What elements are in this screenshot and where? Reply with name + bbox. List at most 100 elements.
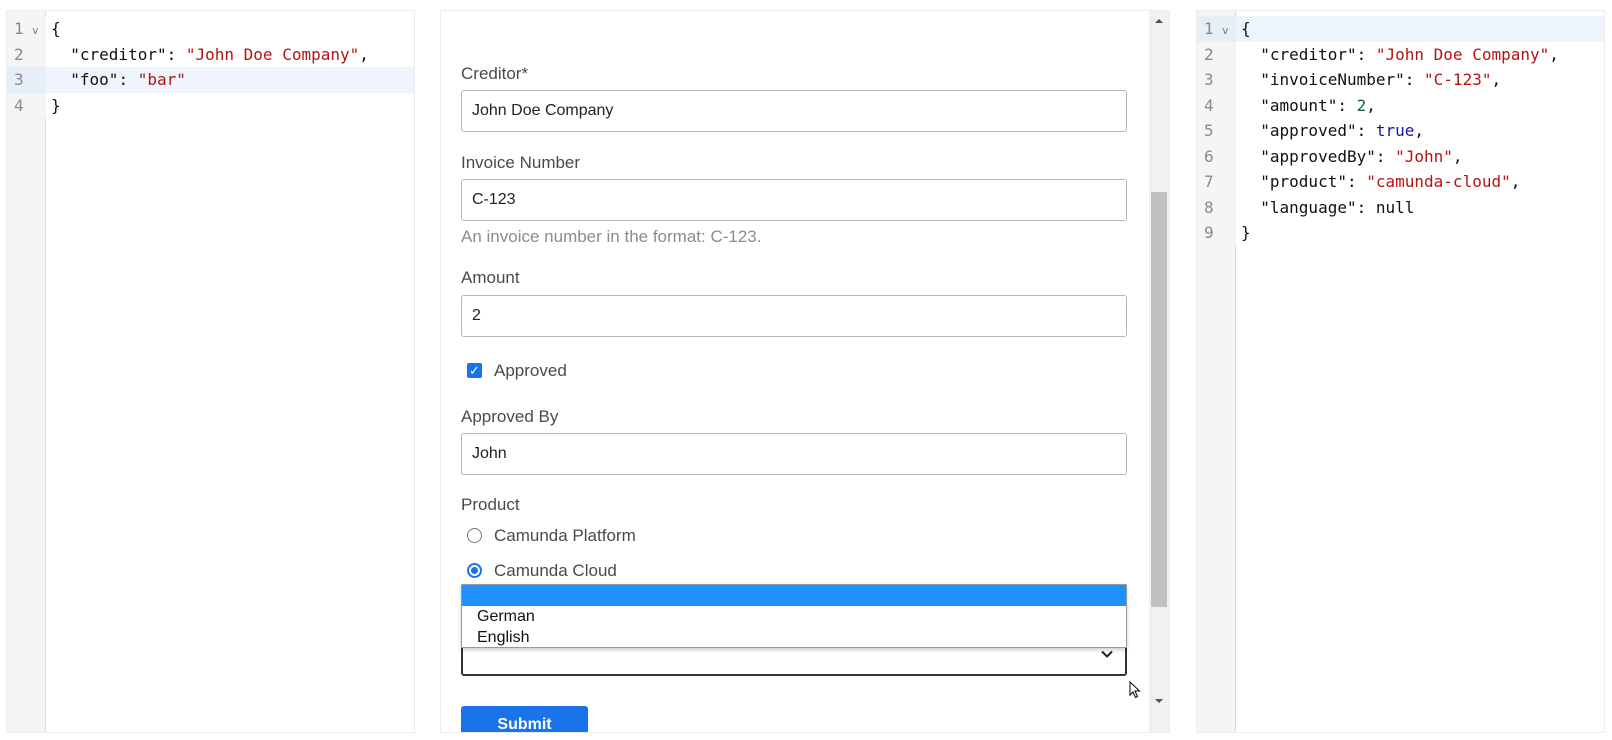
amount-label: Amount <box>461 268 520 287</box>
json-token: : <box>1375 146 1396 166</box>
code-text: "foo": "bar" <box>51 67 186 93</box>
json-token: : <box>118 70 138 89</box>
product-label: Product <box>461 495 520 514</box>
json-token: "foo" <box>70 70 119 89</box>
json-token: : <box>1337 95 1357 115</box>
json-token: } <box>1241 223 1251 242</box>
language-dropdown-list[interactable]: German English <box>461 584 1127 648</box>
line-number: 1 <box>7 16 46 42</box>
code-line[interactable]: 3 "foo": "bar" <box>7 67 414 93</box>
code-line[interactable]: 8 "language": null <box>1197 194 1604 221</box>
json-token: { <box>51 19 61 38</box>
invoice-number-description: An invoice number in the format: C-123. <box>461 227 762 246</box>
fold-toggle-icon[interactable]: v <box>1222 18 1229 44</box>
invoice-number-label: Invoice Number <box>461 153 581 172</box>
json-token: "John Doe Company" <box>185 44 360 64</box>
line-number: 3 <box>1197 67 1236 93</box>
code-line[interactable]: 1 v { <box>1197 16 1604 42</box>
json-token: null <box>1375 197 1415 217</box>
code-line[interactable]: 3 "invoiceNumber": "C-123", <box>1197 67 1604 93</box>
code-line[interactable]: 6 "approvedBy": "John", <box>1197 143 1604 170</box>
code-text: "amount": 2, <box>1241 93 1376 119</box>
line-number: 8 <box>1197 194 1236 220</box>
json-token: true <box>1375 121 1415 140</box>
invoice-number-input[interactable]: C-123 <box>461 179 1127 221</box>
json-token: : <box>1356 44 1376 64</box>
json-token: , <box>1510 172 1521 191</box>
code-text: "language": null <box>1241 195 1414 221</box>
code-text: } <box>1241 220 1251 246</box>
line-number: 4 <box>1197 92 1236 118</box>
json-token: : <box>166 44 186 64</box>
json-token: : <box>1356 197 1376 217</box>
json-token: "amount" <box>1260 95 1338 115</box>
code-line[interactable]: 4} <box>7 92 414 118</box>
line-number: 1 <box>1197 16 1236 42</box>
code-line[interactable]: 2 "creditor": "John Doe Company", <box>7 41 414 68</box>
json-token: "language" <box>1260 197 1357 217</box>
chevron-down-icon <box>1101 650 1113 658</box>
line-number: 2 <box>7 41 46 67</box>
approved-label: Approved <box>494 361 567 380</box>
scroll-up-arrow-icon[interactable] <box>1153 17 1165 25</box>
form-preview-panel: Creditor* John Doe Company Invoice Numbe… <box>440 10 1170 733</box>
json-token: { <box>1241 19 1251 38</box>
json-token: , <box>1452 146 1463 166</box>
code-text: "creditor": "John Doe Company", <box>1241 42 1559 68</box>
json-token: "product" <box>1260 172 1347 191</box>
code-line[interactable]: 2 "creditor": "John Doe Company", <box>1197 41 1604 68</box>
code-text: "approvedBy": "John", <box>1241 144 1463 170</box>
json-token: "invoiceNumber" <box>1260 70 1405 89</box>
line-number: 5 <box>1197 118 1236 144</box>
json-token: : <box>1404 70 1425 89</box>
line-number: 4 <box>7 92 46 118</box>
json-token: "John" <box>1395 146 1453 166</box>
editor-lines[interactable]: 1 v {2 "creditor": "John Doe Company", 3 "f… <box>7 16 414 118</box>
line-number-gutter <box>7 11 46 732</box>
code-line[interactable]: 1 v { <box>7 16 414 42</box>
json-token: "creditor" <box>1260 44 1357 64</box>
fold-toggle-icon[interactable]: v <box>32 18 39 44</box>
code-line[interactable]: 5 "approved": true, <box>1197 118 1604 144</box>
approved-by-input[interactable]: John <box>461 433 1127 475</box>
scrollbar-thumb[interactable] <box>1151 192 1167 607</box>
json-token: , <box>1366 95 1376 115</box>
language-option-german[interactable]: German <box>462 606 1126 627</box>
code-line[interactable]: 9} <box>1197 220 1604 246</box>
json-token: "bar" <box>137 70 186 89</box>
code-line[interactable]: 7 "product": "camunda-cloud", <box>1197 169 1604 195</box>
product-radio-camunda-cloud[interactable] <box>467 563 482 578</box>
input-json-editor[interactable]: 1 v {2 "creditor": "John Doe Company", 3 "f… <box>6 10 415 733</box>
mouse-cursor-icon <box>1129 681 1141 699</box>
product-option-label: Camunda Platform <box>494 526 636 545</box>
code-text: "creditor": "John Doe Company", <box>51 42 369 68</box>
creditor-input[interactable]: John Doe Company <box>461 90 1127 132</box>
json-token: , <box>359 44 369 64</box>
approved-checkbox[interactable]: ✓ <box>467 363 482 378</box>
editor-lines[interactable]: 1 v {2 "creditor": "John Doe Company", 3 "i… <box>1197 16 1604 246</box>
code-line[interactable]: 4 "amount": 2, <box>1197 92 1604 119</box>
code-text: { <box>51 16 61 42</box>
json-token: 2 <box>1356 95 1367 115</box>
json-token: , <box>1549 44 1559 64</box>
scroll-down-arrow-icon[interactable] <box>1153 697 1165 705</box>
product-radio-camunda-platform[interactable] <box>467 528 482 543</box>
code-text: "product": "camunda-cloud", <box>1241 169 1520 195</box>
json-token: : <box>1356 121 1376 140</box>
form-scrollbar[interactable] <box>1149 11 1169 732</box>
json-token: "approved" <box>1260 121 1357 140</box>
language-option-english[interactable]: English <box>462 627 1126 648</box>
approved-by-label: Approved By <box>461 407 559 426</box>
amount-input[interactable]: 2 <box>461 295 1127 337</box>
language-option-empty[interactable] <box>462 585 1126 606</box>
submit-button[interactable]: Submit <box>461 706 588 732</box>
output-json-editor[interactable]: 1 v {2 "creditor": "John Doe Company", 3 "i… <box>1196 10 1605 733</box>
